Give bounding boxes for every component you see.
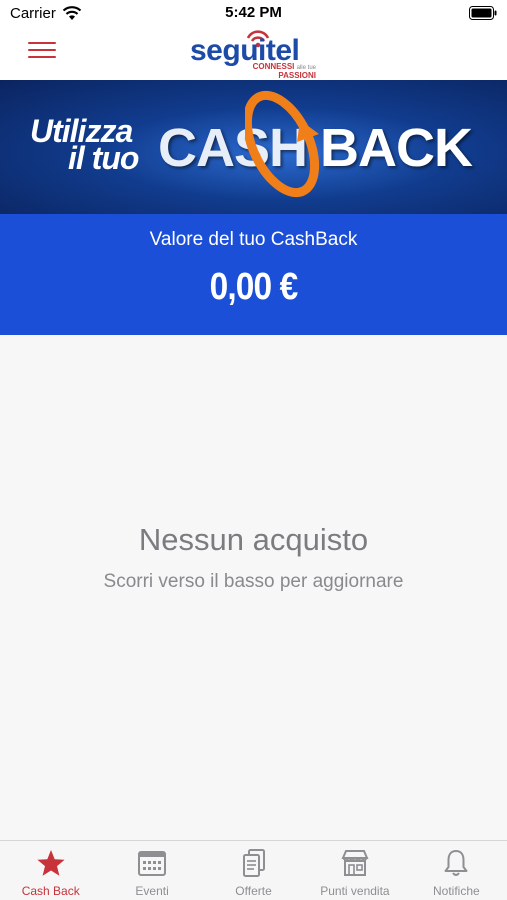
star-icon: [37, 850, 65, 876]
calendar-icon: [138, 851, 167, 876]
tab-notifiche[interactable]: Notifiche: [406, 841, 507, 900]
status-bar: Carrier 5:42 PM: [0, 0, 507, 28]
empty-state-title: Nessun acquisto: [138, 522, 369, 557]
store-icon: [341, 850, 369, 876]
logo-tagline: CONNESSI alle tue PASSIONI: [252, 62, 316, 80]
tab-bar: Cash Back Eventi Offerte Punti vendita N…: [0, 840, 507, 900]
tab-label: Notifiche: [432, 884, 480, 898]
clock: 5:42 PM: [225, 4, 282, 21]
banner-word-back: BACK: [320, 118, 473, 178]
tab-eventi[interactable]: Eventi: [101, 841, 202, 900]
cashback-banner: Utilizza il tuo CASH BACK: [0, 80, 507, 214]
tab-label: Punti vendita: [320, 884, 390, 898]
app-header: seguitel CONNESSI alle tue PASSIONI: [0, 28, 507, 80]
bell-icon: [444, 850, 468, 876]
documents-icon: [242, 849, 265, 877]
menu-button[interactable]: [28, 42, 56, 64]
cashback-value-amount: 0,00 €: [209, 266, 299, 308]
battery-icon: [469, 6, 497, 20]
seguitel-logo: seguitel CONNESSI alle tue PASSIONI: [190, 28, 320, 80]
cashback-value-panel: Valore del tuo CashBack 0,00 €: [0, 214, 507, 335]
cashback-ring-icon: [245, 90, 320, 198]
hamburger-menu-icon: [28, 42, 56, 44]
tab-label: Eventi: [135, 884, 169, 898]
banner-tagline: Utilizza il tuo: [30, 113, 139, 176]
cashback-value-label: Valore del tuo CashBack: [149, 229, 358, 250]
tab-label: Offerte: [235, 884, 272, 898]
tab-punti-vendita[interactable]: Punti vendita: [304, 841, 405, 900]
tab-cash-back[interactable]: Cash Back: [0, 841, 101, 900]
tab-offerte[interactable]: Offerte: [203, 841, 304, 900]
tab-label: Cash Back: [21, 884, 80, 898]
empty-state-subtitle: Scorri verso il basso per aggiornare: [103, 571, 404, 592]
